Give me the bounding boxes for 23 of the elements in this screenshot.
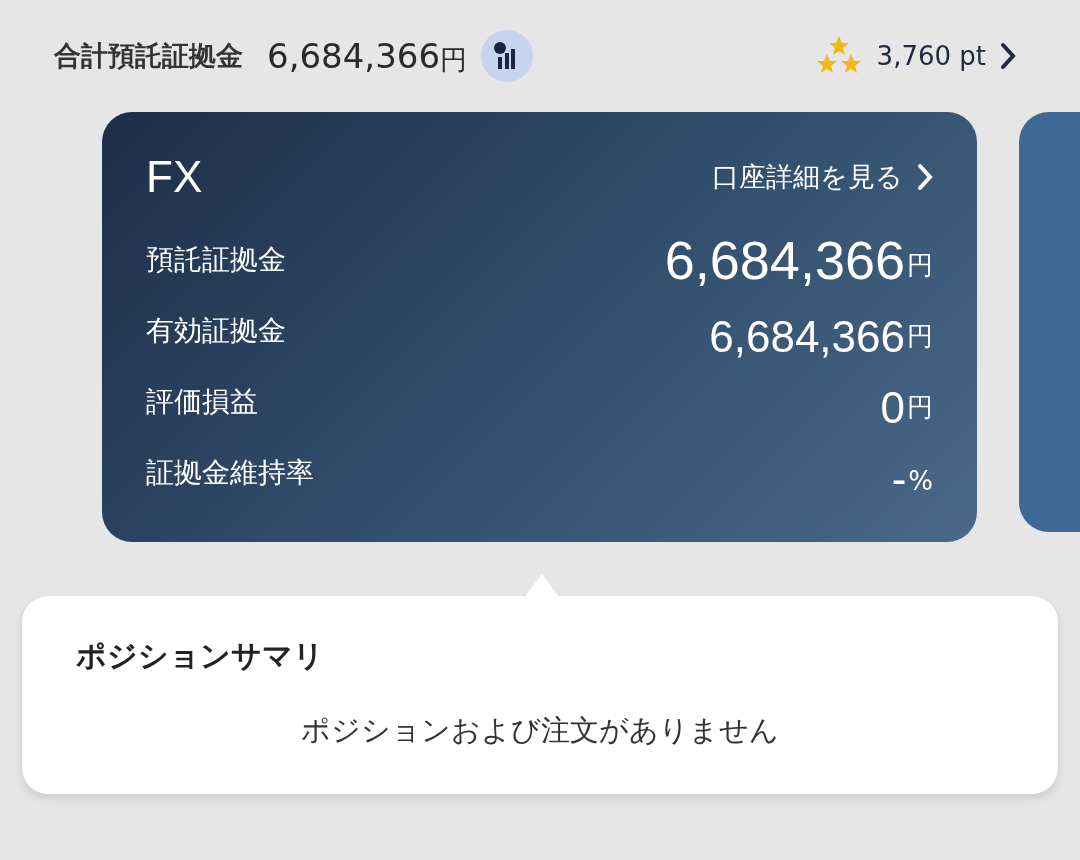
row-unit: 円 xyxy=(907,320,933,353)
points-link[interactable]: 3,760 pt xyxy=(876,41,986,71)
currency-unit: 円 xyxy=(440,43,468,77)
row-label: 証拠金維持率 xyxy=(146,455,315,491)
total-margin-value: 6,684,366 xyxy=(267,36,441,76)
empty-message: ポジションおよび注文がありません xyxy=(300,712,780,749)
yen-chart-icon[interactable] xyxy=(481,30,534,82)
row-unit: 円 xyxy=(907,249,933,282)
row-value: 0 xyxy=(880,382,905,435)
row-label: 評価損益 xyxy=(146,384,259,420)
total-margin-label: 合計預託証拠金 xyxy=(54,39,243,73)
row-value: - xyxy=(891,453,907,506)
row-value: 6,684,366 xyxy=(709,311,905,364)
row-unit: 円 xyxy=(907,391,933,424)
account-details-link[interactable]: 口座詳細を見る xyxy=(712,159,933,195)
row-label: 有効証拠金 xyxy=(146,313,287,349)
card-title: FX xyxy=(146,152,203,202)
chevron-right-icon xyxy=(917,163,933,191)
chevron-right-icon xyxy=(1000,42,1016,70)
summary-title: ポジションサマリ xyxy=(76,637,325,675)
row-label: 預託証拠金 xyxy=(146,242,287,278)
row-value: 6,684,366 xyxy=(664,229,905,293)
row-unit: % xyxy=(908,466,933,498)
